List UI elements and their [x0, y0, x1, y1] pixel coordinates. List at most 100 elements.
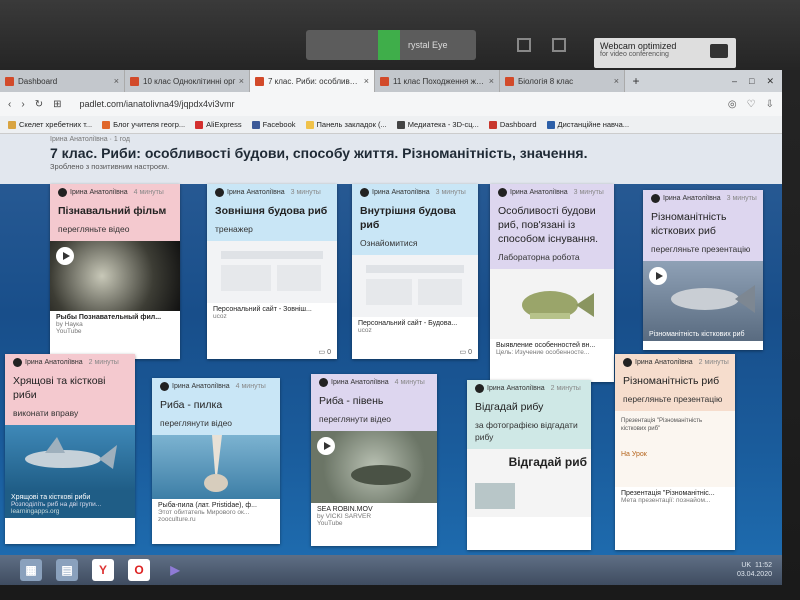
post-author: Ірина Анатоліївна	[227, 189, 285, 196]
post-card-diversity[interactable]: Ірина Анатоліївна 2 минуты Різноманітніст…	[615, 354, 735, 550]
bookmark-item[interactable]: Блог учителя геогр...	[102, 120, 185, 129]
new-tab-button[interactable]: +	[625, 70, 647, 92]
avatar	[651, 194, 660, 203]
video-thumbnail[interactable]	[50, 241, 180, 311]
post-card-sawfish[interactable]: Ірина Анатоліївна 4 минуты Риба - пилка п…	[152, 378, 280, 544]
post-card-external-structure[interactable]: Ірина Анатоліївна 3 минуты Зовнішня будов…	[207, 184, 337, 359]
padlet-icon	[255, 76, 264, 86]
play-icon[interactable]	[56, 247, 74, 265]
minimize-icon[interactable]: –	[732, 76, 737, 86]
bookmark-item[interactable]: Скелет хребетних т...	[8, 120, 92, 129]
url-field[interactable]: padlet.com/ianatolivna49/jqpdx4vi3vmr	[79, 99, 234, 109]
comment-icon[interactable]: ▭ 0	[460, 348, 472, 356]
bookmark-label: AliExpress	[206, 120, 242, 129]
close-tab-icon[interactable]: ×	[489, 76, 494, 86]
avatar	[160, 382, 169, 391]
bookmark-icon[interactable]: ♡	[747, 99, 756, 110]
back-icon[interactable]: ‹	[8, 99, 11, 110]
reload-icon[interactable]: ↻	[35, 99, 43, 110]
tab-dashboard[interactable]: Dashboard ×	[0, 70, 125, 92]
attachment-link[interactable]: SEA ROBIN.MOV by VICKI SARVER YouTube	[311, 503, 437, 530]
video-thumbnail[interactable]	[311, 431, 437, 503]
link-subtitle: Мета презентації: познайом...	[621, 497, 711, 504]
grid-icon[interactable]: ⊞	[53, 99, 61, 110]
yandex-browser-icon[interactable]: Y	[92, 559, 114, 581]
window-icon	[517, 38, 531, 52]
padlet-icon	[5, 76, 14, 86]
maximize-icon[interactable]: □	[749, 76, 754, 86]
quiz-photo	[475, 483, 515, 509]
attachment-link[interactable]: Выявление особенностей вн... Цель: Изучен…	[490, 339, 614, 359]
forward-icon[interactable]: ›	[21, 99, 24, 110]
quiz-thumbnail[interactable]: Відгадай риб	[467, 449, 591, 517]
slide-title: Різноманітність кісткових риб	[649, 331, 745, 338]
clock-time: 11:52	[755, 562, 772, 569]
post-time: 3 минуты	[290, 189, 321, 196]
post-time: 4 минуты	[133, 189, 164, 196]
tab-7-class[interactable]: 7 клас. Риби: особливост ×	[250, 70, 375, 92]
tab-bar: Dashboard × 10 клас Одноклітинні орг × 7 к…	[0, 70, 782, 92]
explorer-icon[interactable]: ▦	[20, 559, 42, 581]
bookmark-label: Dashboard	[499, 120, 537, 129]
media-player-icon[interactable]: ▶	[164, 559, 186, 581]
folder-icon[interactable]: ▤	[56, 559, 78, 581]
post-card-film[interactable]: Ірина Анатоліївна 4 минуты Пізнавальний ф…	[50, 184, 180, 359]
presentation-thumbnail[interactable]: Різноманітність кісткових риб	[643, 261, 763, 341]
bookmark-item[interactable]: Дистанційне навча...	[546, 120, 629, 129]
attachment-link[interactable]: Презентація "Різноманітніс... Мета презен…	[615, 487, 735, 507]
opera-icon[interactable]: O	[128, 559, 150, 581]
tab-biology-8[interactable]: Біологія 8 клас ×	[500, 70, 625, 92]
close-window-icon[interactable]: ✕	[766, 76, 774, 87]
download-icon[interactable]: ⇩	[766, 99, 774, 110]
post-card-guess-fish[interactable]: Ірина Анатоліївна 2 минуты Відгадай рибу …	[467, 380, 591, 550]
padlet-icon	[380, 76, 389, 86]
attachment-link[interactable]: Рыба-пила (лат. Pristidae), ф... Этот оби…	[152, 499, 280, 526]
padlet-board: Ірина Анатоліївна · 1 год 7 клас. Риби: …	[0, 134, 782, 585]
tab-11-class[interactable]: 11 клас Походження житт ×	[375, 70, 500, 92]
bookmark-item[interactable]: Медиатека - 3D-сц...	[396, 120, 479, 129]
post-card-diversity-bony[interactable]: Ірина Анатоліївна 3 минуты Різноманітніст…	[643, 190, 763, 350]
language-indicator[interactable]: UK	[741, 562, 751, 569]
post-card-cartilage[interactable]: Ірина Анатоліївна 2 минуты Хрящові та кіс…	[5, 354, 135, 544]
bookmark-item[interactable]: AliExpress	[195, 120, 242, 129]
folder-icon	[305, 120, 314, 129]
camera-icon[interactable]: ◎	[728, 99, 737, 110]
attachment-link[interactable]: Рыбы Познавательный фил... by Наука YouTub…	[50, 311, 180, 338]
post-card-features[interactable]: Ірина Анатоліївна 3 минуты Особливості бу…	[490, 184, 614, 382]
post-card-internal-structure[interactable]: Ірина Анатоліївна 3 минуты Внутрішня будо…	[352, 184, 478, 359]
close-tab-icon[interactable]: ×	[114, 76, 119, 86]
comment-icon[interactable]: ▭ 0	[319, 348, 331, 356]
close-tab-icon[interactable]: ×	[364, 76, 369, 86]
bookmark-item[interactable]: Панель закладок (...	[305, 120, 387, 129]
post-title: Внутрішня будова риб	[360, 205, 456, 231]
bookmarks-bar: Скелет хребетних т... Блог учителя геогр…	[0, 116, 782, 134]
post-author: Ірина Анатоліївна	[70, 189, 128, 196]
document-preview[interactable]: Презентація "Різноманітність кісткових р…	[615, 411, 735, 487]
post-title: Різноманітність кісткових риб	[651, 211, 727, 237]
attachment-link[interactable]: Хрящові та кісткові риби Розподіліть риб …	[5, 491, 135, 518]
bookmark-item[interactable]: Dashboard	[488, 120, 537, 129]
video-thumbnail[interactable]	[152, 435, 280, 499]
attachment-link[interactable]: Персональний сайт - Будова... ucoz	[352, 317, 478, 337]
bookmark-icon	[8, 120, 16, 129]
exercise-thumbnail[interactable]	[5, 425, 135, 491]
bookmark-icon	[195, 120, 204, 129]
close-tab-icon[interactable]: ×	[239, 76, 244, 86]
tab-10-class[interactable]: 10 клас Одноклітинні орг ×	[125, 70, 250, 92]
tab-label: 7 клас. Риби: особливост	[268, 76, 361, 86]
post-time: 2 минуты	[698, 359, 729, 366]
bookmark-item[interactable]: Facebook	[251, 120, 296, 129]
avatar	[475, 384, 484, 393]
link-title: Персональний сайт - Зовніш...	[213, 306, 312, 313]
website-preview[interactable]	[352, 255, 478, 317]
attachment-link[interactable]: Персональний сайт - Зовніш... ucoz	[207, 303, 337, 323]
post-card-searobin[interactable]: Ірина Анатоліївна 4 минуты Риба - півень …	[311, 374, 437, 546]
post-description: Ознайомитися	[360, 238, 418, 248]
website-preview[interactable]	[207, 241, 337, 303]
bookmark-label: Медиатека - 3D-сц...	[407, 120, 479, 129]
close-tab-icon[interactable]: ×	[614, 76, 619, 86]
lab-image[interactable]	[490, 269, 614, 339]
link-title: Рыба-пила (лат. Pristidae), ф...	[158, 502, 257, 509]
post-time: 4 минуты	[394, 379, 425, 386]
avatar	[58, 188, 67, 197]
